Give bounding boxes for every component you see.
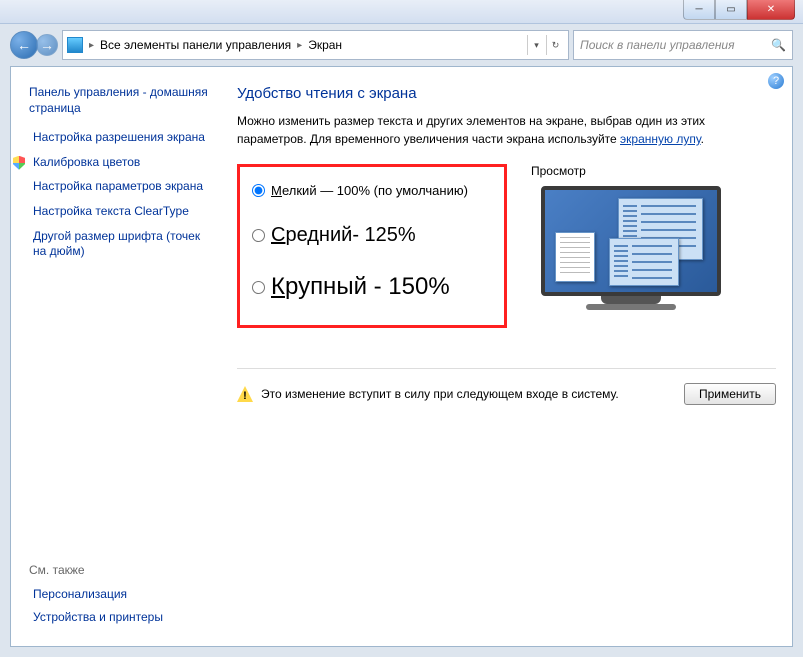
search-input[interactable]: Поиск в панели управления 🔍: [573, 30, 793, 60]
size-options-group: Мелкий — 100% (по умолчанию) Средний- 12…: [237, 164, 507, 328]
sidebar: Панель управления - домашняя страница На…: [11, 67, 221, 646]
breadcrumb-bar[interactable]: ▸ Все элементы панели управления ▸ Экран…: [62, 30, 569, 60]
sidebar-item-personalization[interactable]: Персонализация: [29, 587, 163, 603]
apply-button[interactable]: Применить: [684, 383, 776, 405]
preview-monitor-icon: [531, 186, 731, 326]
radio-medium-input[interactable]: [252, 229, 265, 242]
refresh-icon[interactable]: ↻: [546, 35, 564, 55]
preview-label: Просмотр: [531, 164, 731, 178]
radio-large-input[interactable]: [252, 281, 265, 294]
preview-column: Просмотр: [531, 164, 731, 328]
chevron-right-icon: ▸: [89, 40, 94, 51]
sidebar-item-display-params[interactable]: Настройка параметров экрана: [29, 179, 211, 195]
sidebar-item-calibration[interactable]: Калибровка цветов: [29, 155, 211, 171]
breadcrumb-parent[interactable]: Все элементы панели управления: [100, 38, 291, 52]
address-bar: ← → ▸ Все элементы панели управления ▸ Э…: [10, 30, 793, 60]
sidebar-item-cleartype[interactable]: Настройка текста ClearType: [29, 204, 211, 220]
content-frame: ? Панель управления - домашняя страница …: [10, 66, 793, 647]
forward-button[interactable]: →: [36, 34, 58, 56]
warning-icon: !: [237, 386, 253, 402]
radio-medium[interactable]: Средний- 125%: [252, 224, 484, 247]
magnifier-link[interactable]: экранную лупу: [620, 132, 701, 146]
footer-row: ! Это изменение вступит в силу при следу…: [237, 368, 776, 405]
sidebar-item-devices[interactable]: Устройства и принтеры: [29, 610, 163, 626]
control-panel-home-link[interactable]: Панель управления - домашняя страница: [29, 85, 211, 116]
back-button[interactable]: ←: [10, 31, 38, 59]
search-icon: 🔍: [771, 38, 786, 52]
minimize-button[interactable]: ─: [683, 0, 715, 20]
page-description: Можно изменить размер текста и других эл…: [237, 112, 776, 148]
main-content: Удобство чтения с экрана Можно изменить …: [221, 67, 792, 646]
search-placeholder: Поиск в панели управления: [580, 38, 735, 52]
chevron-right-icon: ▸: [297, 40, 302, 51]
see-also-label: См. также: [29, 563, 163, 577]
radio-small[interactable]: Мелкий — 100% (по умолчанию): [252, 183, 484, 198]
close-button[interactable]: ✕: [747, 0, 795, 20]
breadcrumb-current[interactable]: Экран: [308, 38, 342, 52]
radio-small-input[interactable]: [252, 184, 265, 197]
maximize-button[interactable]: ▭: [715, 0, 747, 20]
radio-large[interactable]: Крупный - 150%: [252, 273, 484, 301]
page-title: Удобство чтения с экрана: [237, 85, 776, 102]
warning-text: Это изменение вступит в силу при следующ…: [261, 387, 619, 401]
window-titlebar: ─ ▭ ✕: [0, 0, 803, 24]
control-panel-icon: [67, 37, 83, 53]
sidebar-item-dpi[interactable]: Другой размер шрифта (точек на дюйм): [29, 229, 211, 260]
dropdown-icon[interactable]: ▾: [527, 35, 545, 55]
sidebar-item-resolution[interactable]: Настройка разрешения экрана: [29, 130, 211, 146]
